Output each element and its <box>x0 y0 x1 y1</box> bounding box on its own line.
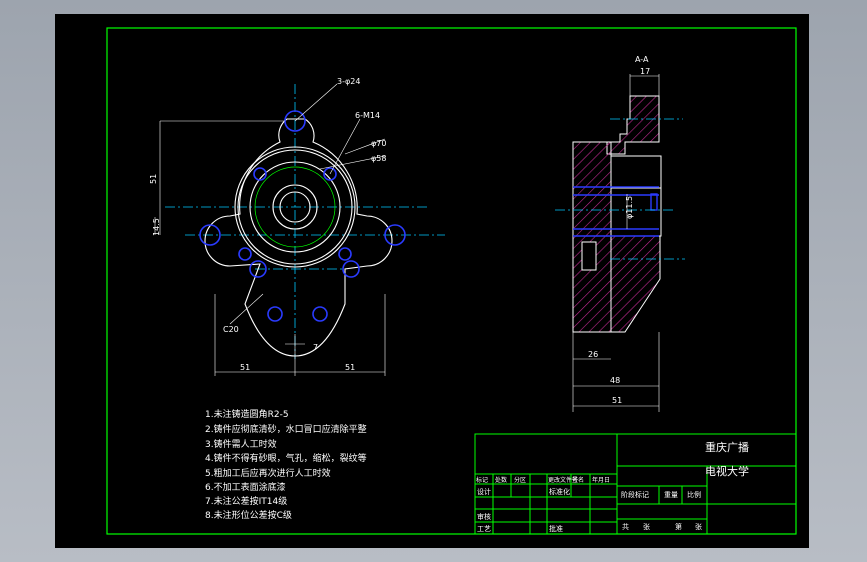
note-8: 8.未注形位公差按C级 <box>205 509 292 521</box>
note-3: 3.铸件需人工时效 <box>205 438 277 450</box>
note-1: 1.未注铸造圆角R2-5 <box>205 408 289 420</box>
sheet-total-label: 共 <box>622 522 629 531</box>
dim-total: 51 <box>612 396 622 405</box>
note-5: 5.粗加工后应再次进行人工时效 <box>205 467 331 479</box>
row-check: 审核 <box>477 512 491 521</box>
weight-header: 重量 <box>664 491 678 499</box>
cad-viewport[interactable]: 3-φ24 6-M14 φ70 φ58 51 14.5 C20 7 51 51 … <box>0 0 867 562</box>
dim-bore: φ58 <box>371 154 386 163</box>
dim-inner: 26 <box>588 350 598 359</box>
school-line2: 电视大学 <box>705 464 749 478</box>
sheet-total-unit: 张 <box>643 522 650 531</box>
dim-thread: φ11.5 <box>625 196 634 219</box>
row-process: 工艺 <box>477 525 491 533</box>
note-7: 7.未注公差按IT14级 <box>205 495 287 507</box>
row-standard: 标准化 <box>549 487 570 496</box>
section-label: A-A <box>635 55 649 64</box>
note-4: 4.铸件不得有砂眼，气孔，缩松，裂纹等 <box>205 452 367 464</box>
scale-header: 比例 <box>687 490 701 499</box>
row-design: 设计 <box>477 487 491 496</box>
rev-header-count: 处数 <box>495 476 507 484</box>
note-2: 2.铸件应彻底清砂，水口冒口应清除平整 <box>205 423 367 435</box>
rev-header-date: 年月日 <box>592 476 610 484</box>
dim-threads: 6-M14 <box>355 111 380 120</box>
drawing-sheet[interactable]: 3-φ24 6-M14 φ70 φ58 51 14.5 C20 7 51 51 … <box>55 14 809 548</box>
stage-header: 阶段标记 <box>621 490 649 499</box>
sheet-no-label: 第 <box>675 522 682 531</box>
dim-top-width: 17 <box>640 67 650 76</box>
drawing-canvas[interactable]: 3-φ24 6-M14 φ70 φ58 51 14.5 C20 7 51 51 … <box>55 14 809 548</box>
rev-header-zone: 分区 <box>514 476 526 484</box>
dim-fillet: C20 <box>223 325 239 334</box>
rev-header-sign: 签名 <box>572 476 584 484</box>
row-approve: 批准 <box>549 524 563 533</box>
dim-height: 51 <box>149 174 158 184</box>
dim-middle: 48 <box>610 376 620 385</box>
sheet-no-unit: 张 <box>695 522 702 531</box>
dim-right-half: 51 <box>345 363 355 372</box>
front-view: 3-φ24 6-M14 φ70 φ58 51 14.5 C20 7 51 51 <box>149 77 445 376</box>
dim-offset: 14.5 <box>152 218 161 236</box>
technical-notes: 1.未注铸造圆角R2-5 2.铸件应彻底清砂，水口冒口应清除平整 3.铸件需人工… <box>205 408 367 521</box>
school-line1: 重庆广播 <box>705 440 749 454</box>
dim-holes: 3-φ24 <box>337 77 360 86</box>
dim-small-gap: 7 <box>313 343 318 352</box>
rev-header-mark: 标记 <box>476 476 488 484</box>
dim-bolt-circle: φ70 <box>371 139 386 148</box>
note-6: 6.不加工表面涂底漆 <box>205 481 286 493</box>
dim-left-half: 51 <box>240 363 250 372</box>
title-block: 重庆广播 电视大学 标记 处数 分区 更改文件号 签名 年月日 设计 标准化 审… <box>474 433 797 535</box>
section-view: A-A 17 φ11.5 26 48 51 <box>555 55 685 412</box>
